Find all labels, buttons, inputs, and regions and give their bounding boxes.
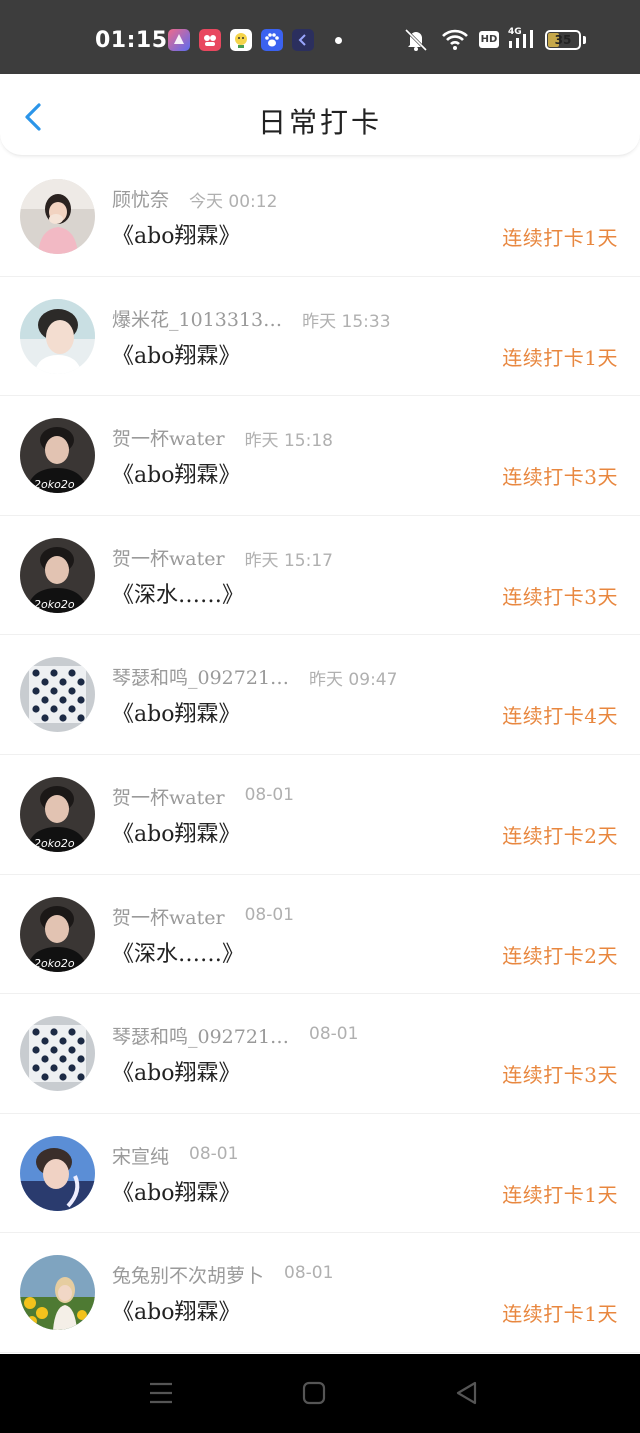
menu-icon[interactable]	[148, 1380, 174, 1406]
svg-text:2oko2o: 2oko2o	[34, 837, 75, 850]
checkin-time: 今天 00:12	[189, 192, 278, 212]
signal-icon	[509, 30, 533, 48]
book-title[interactable]: 《abo翔霖》	[112, 338, 240, 370]
mute-bell-icon	[404, 28, 428, 52]
app-icon-navy-back	[292, 29, 314, 51]
checkin-list-item[interactable]: 爆米花_1013313… 昨天 15:33 《abo翔霖》 连续打卡1天	[0, 277, 640, 397]
checkin-list-item[interactable]: 顾忧奈 今天 00:12 《abo翔霖》 连续打卡1天	[0, 157, 640, 277]
user-name[interactable]: 琴瑟和鸣_092721…	[112, 1022, 289, 1049]
app-icon-blue-purple	[168, 29, 190, 51]
checkin-time: 08-01	[244, 784, 294, 805]
avatar-go-board[interactable]	[20, 1016, 95, 1092]
user-name[interactable]: 兔兔别不次胡萝卜	[112, 1261, 264, 1288]
avatar-girl-pink[interactable]	[20, 179, 95, 254]
system-nav-bar	[0, 1354, 640, 1433]
checkin-list-item[interactable]: 2oko2o 贺一杯water 昨天 15:17 《深水……》 连续打卡3天	[0, 516, 640, 636]
notification-dot	[335, 37, 342, 44]
avatar-boy-black[interactable]: 2oko2o	[20, 537, 95, 613]
checkin-list-item[interactable]: 琴瑟和鸣_092721… 08-01 《abo翔霖》 连续打卡3天	[0, 994, 640, 1114]
status-bar: 01:15 HD 4G 35	[0, 0, 640, 74]
streak-badge: 连续打卡1天	[502, 1182, 618, 1207]
streak-badge: 连续打卡1天	[502, 226, 618, 250]
battery-icon: 35	[545, 30, 581, 50]
app-icon-red	[199, 29, 221, 51]
user-name[interactable]: 贺一杯water	[112, 424, 225, 451]
avatar-sunflower-girl[interactable]	[20, 1255, 95, 1331]
battery-tip	[583, 36, 586, 44]
wifi-icon	[442, 29, 468, 50]
avatar-boy-blue[interactable]	[20, 1135, 95, 1211]
app-icon-yellow	[230, 29, 252, 51]
checkin-list-item[interactable]: 2oko2o 贺一杯water 昨天 15:18 《abo翔霖》 连续打卡3天	[0, 396, 640, 516]
home-icon[interactable]	[301, 1380, 327, 1406]
checkin-list-item[interactable]: 宋宣纯 08-01 《abo翔霖》 连续打卡1天	[0, 1114, 640, 1234]
avatar-boy-white[interactable]	[20, 298, 95, 374]
streak-badge: 连续打卡3天	[502, 584, 618, 609]
avatar-go-board[interactable]	[20, 657, 95, 733]
user-name[interactable]: 顾忧奈	[112, 185, 169, 212]
checkin-time: 昨天 15:17	[244, 550, 333, 571]
user-name[interactable]: 琴瑟和鸣_092721…	[112, 663, 289, 690]
user-name[interactable]: 宋宣纯	[112, 1142, 169, 1169]
book-title[interactable]: 《abo翔霖》	[112, 1294, 240, 1326]
avatar-boy-black[interactable]: 2oko2o	[20, 418, 95, 494]
avatar-boy-black[interactable]: 2oko2o	[20, 776, 95, 852]
checkin-time: 08-01	[309, 1024, 359, 1045]
book-title[interactable]: 《abo翔霖》	[112, 696, 240, 728]
user-name[interactable]: 贺一杯water	[112, 544, 225, 571]
book-title[interactable]: 《abo翔霖》	[112, 218, 240, 250]
checkin-list-item[interactable]: 琴瑟和鸣_092721… 昨天 09:47 《abo翔霖》 连续打卡4天	[0, 635, 640, 755]
checkin-time: 昨天 15:18	[244, 431, 333, 452]
svg-text:2oko2o: 2oko2o	[34, 598, 75, 611]
book-title[interactable]: 《abo翔霖》	[112, 1055, 240, 1087]
svg-text:2oko2o: 2oko2o	[34, 957, 75, 970]
user-name[interactable]: 爆米花_1013313…	[112, 305, 282, 332]
book-title[interactable]: 《深水……》	[112, 936, 244, 968]
book-title[interactable]: 《abo翔霖》	[112, 457, 240, 489]
user-name[interactable]: 贺一杯water	[112, 783, 225, 810]
checkin-time: 08-01	[284, 1263, 334, 1284]
user-name[interactable]: 贺一杯water	[112, 903, 225, 930]
avatar-boy-black[interactable]: 2oko2o	[20, 896, 95, 972]
battery-level-text: 35	[554, 33, 572, 47]
checkin-time: 08-01	[189, 1143, 239, 1164]
back-triangle-icon[interactable]	[454, 1380, 480, 1406]
streak-badge: 连续打卡2天	[502, 823, 618, 848]
checkin-time: 08-01	[244, 904, 294, 925]
checkin-time: 昨天 15:33	[302, 311, 391, 332]
streak-badge: 连续打卡3天	[502, 1063, 618, 1088]
page-title: 日常打卡	[257, 106, 382, 139]
book-title[interactable]: 《深水……》	[112, 577, 244, 609]
checkin-list: 顾忧奈 今天 00:12 《abo翔霖》 连续打卡1天 爆米花_1013313… 昨天 1…	[0, 157, 640, 1353]
hd-badge: HD	[479, 31, 499, 48]
checkin-list-item[interactable]: 2oko2o 贺一杯water 08-01 《深水……》 连续打卡2天	[0, 875, 640, 995]
book-title[interactable]: 《abo翔霖》	[112, 1175, 240, 1207]
status-time: 01:15	[95, 28, 168, 53]
book-title[interactable]: 《abo翔霖》	[112, 816, 240, 848]
baidu-paw-icon	[261, 29, 283, 51]
checkin-time: 昨天 09:47	[309, 670, 398, 691]
streak-badge: 连续打卡4天	[502, 704, 618, 729]
streak-badge: 连续打卡1天	[502, 1302, 618, 1327]
streak-badge: 连续打卡3天	[502, 465, 618, 490]
streak-badge: 连续打卡2天	[502, 943, 618, 968]
svg-text:2oko2o: 2oko2o	[34, 478, 75, 491]
streak-badge: 连续打卡1天	[502, 345, 618, 370]
checkin-list-item[interactable]: 兔兔别不次胡萝卜 08-01 《abo翔霖》 连续打卡1天	[0, 1233, 640, 1353]
checkin-list-item[interactable]: 2oko2o 贺一杯water 08-01 《abo翔霖》 连续打卡2天	[0, 755, 640, 875]
page-header: 日常打卡	[0, 74, 640, 156]
